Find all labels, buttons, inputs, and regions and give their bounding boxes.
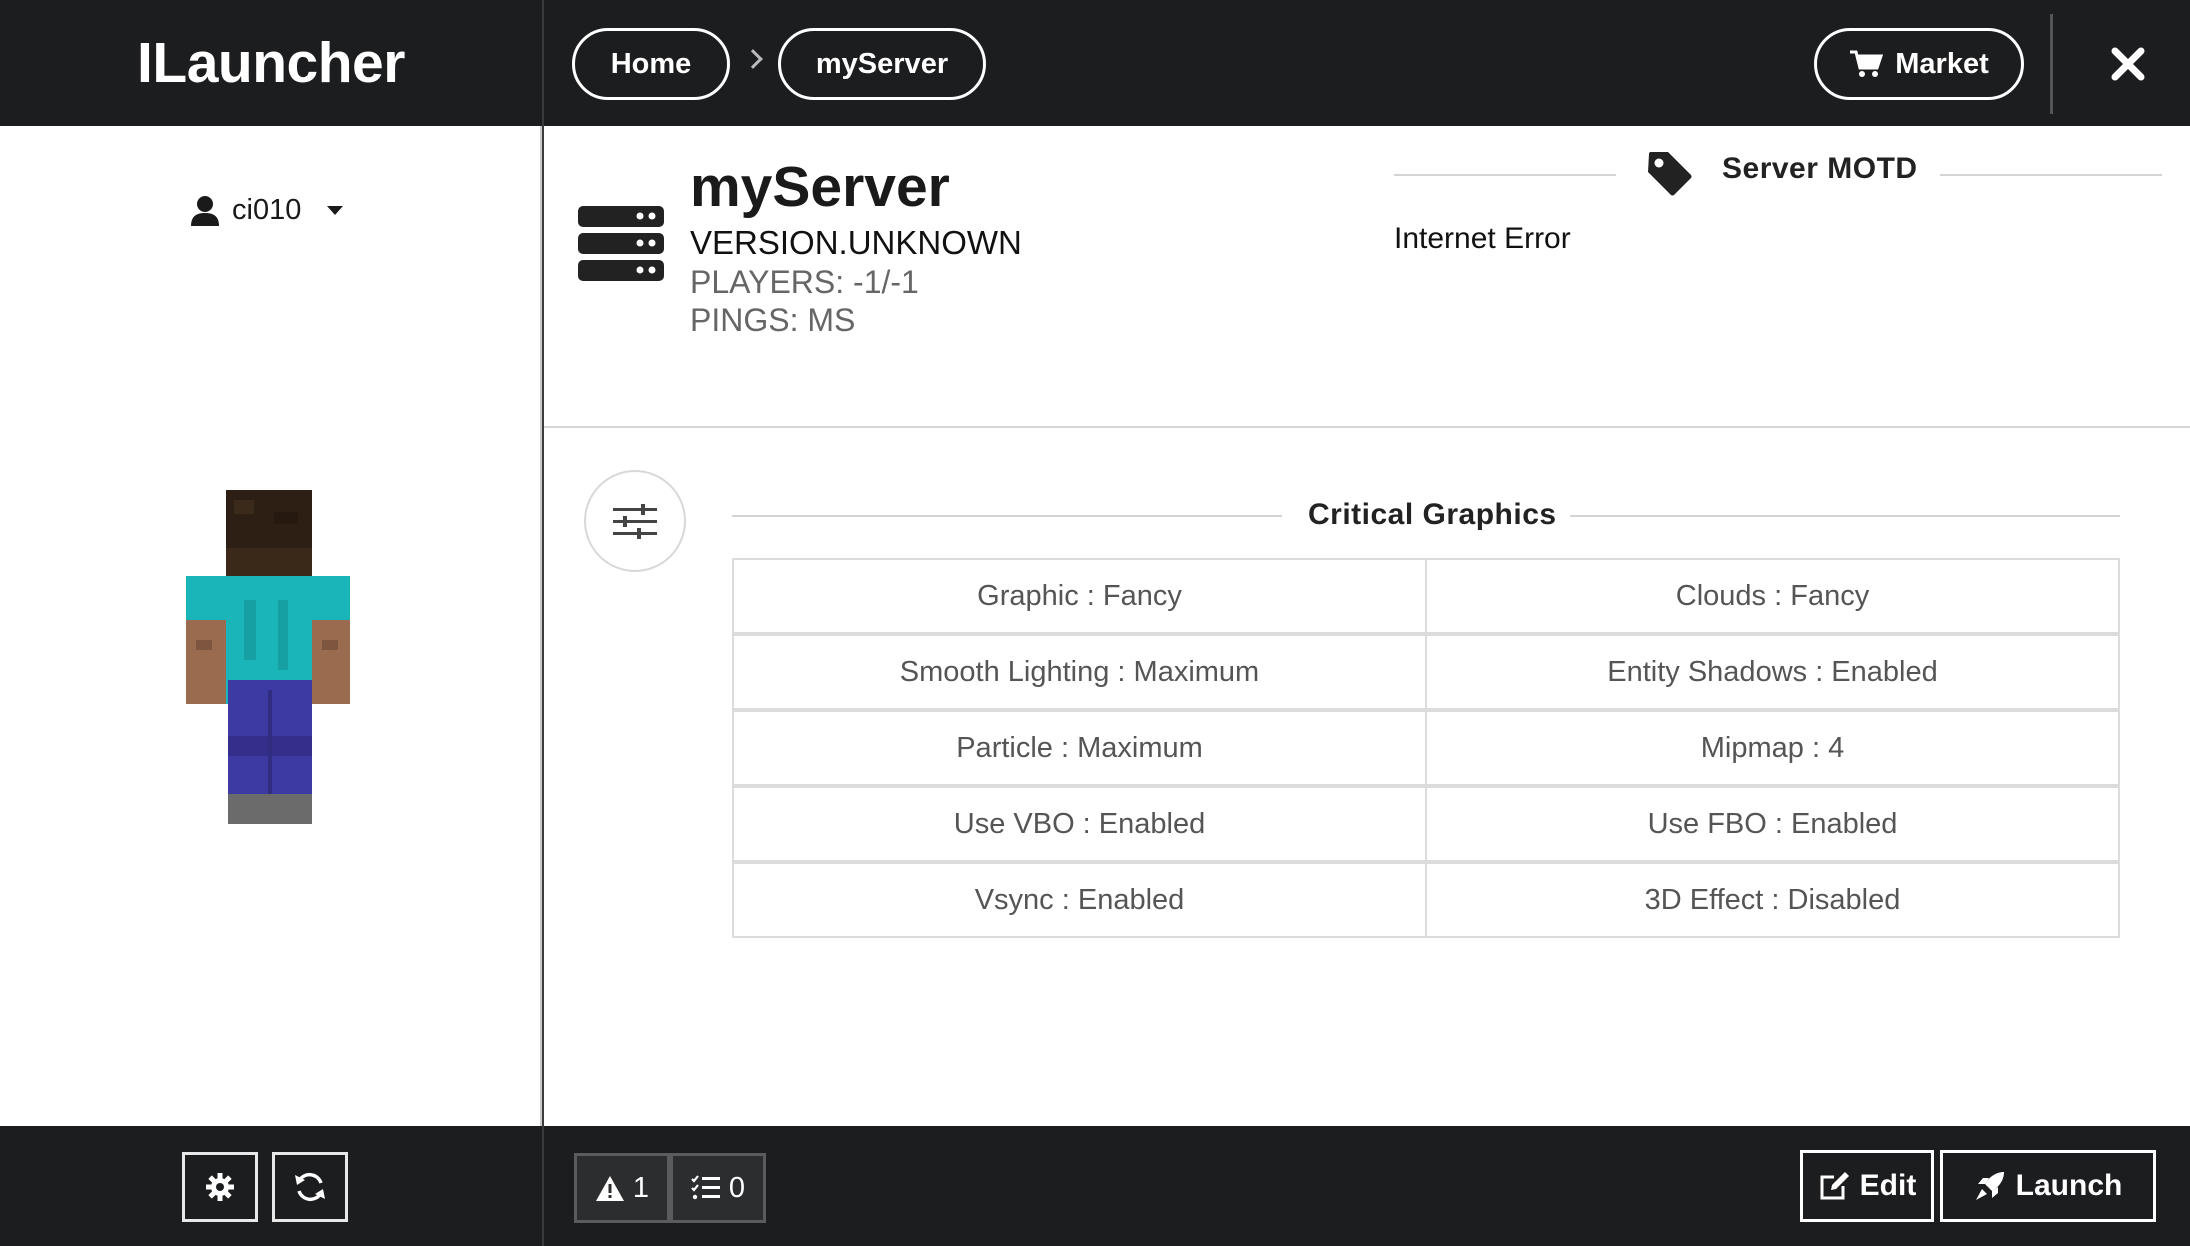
graphics-divider-right bbox=[1570, 515, 2120, 517]
warning-icon bbox=[595, 1176, 624, 1201]
graphics-cell: Particle : Maximum bbox=[956, 731, 1203, 764]
graphics-row: Use VBO : Enabled Use FBO : Enabled bbox=[732, 786, 2120, 862]
refresh-icon bbox=[295, 1172, 325, 1202]
graphics-cell: Use VBO : Enabled bbox=[953, 807, 1206, 840]
edit-button[interactable]: Edit bbox=[1800, 1150, 1934, 1222]
cart-icon bbox=[1850, 50, 1884, 77]
graphics-row: Smooth Lighting : Maximum Entity Shadows… bbox=[732, 634, 2120, 710]
graphics-cell: Use FBO : Enabled bbox=[1425, 788, 2118, 860]
user-panel: ci010 bbox=[0, 126, 542, 1126]
warnings-button[interactable]: 1 bbox=[574, 1153, 670, 1223]
player-skin-avatar bbox=[186, 490, 350, 824]
server-name: myServer bbox=[690, 155, 950, 219]
settings-button[interactable] bbox=[182, 1152, 258, 1222]
chevron-down-icon bbox=[327, 206, 344, 215]
graphics-cell: Graphic : Fancy bbox=[977, 579, 1182, 612]
launch-button[interactable]: Launch bbox=[1940, 1150, 2156, 1222]
graphics-cell: Vsync : Enabled bbox=[974, 883, 1185, 916]
market-label: Market bbox=[1895, 47, 1989, 80]
server-icon bbox=[578, 206, 664, 281]
server-header: myServer VERSION.UNKNOWN PLAYERS: -1/-1 … bbox=[544, 126, 2190, 428]
topbar-divider bbox=[2050, 14, 2053, 114]
graphics-row: Graphic : Fancy Clouds : Fancy bbox=[732, 558, 2120, 634]
breadcrumb-current[interactable]: myServer bbox=[778, 28, 986, 100]
graphics-cell: Mipmap : 4 bbox=[1425, 712, 2118, 784]
gear-icon bbox=[206, 1173, 234, 1201]
bottom-bar: 1 0 Edit Launch bbox=[544, 1126, 2190, 1246]
motd-title: Server MOTD bbox=[1722, 152, 1918, 185]
server-version: VERSION.UNKNOWN bbox=[690, 224, 1022, 261]
rocket-icon bbox=[1975, 1172, 2004, 1200]
warnings-count: 1 bbox=[632, 1171, 650, 1204]
user-icon bbox=[191, 195, 219, 226]
tasks-button[interactable]: 0 bbox=[670, 1153, 766, 1223]
left-footer bbox=[0, 1126, 542, 1246]
tasks-icon bbox=[691, 1175, 720, 1200]
graphics-row: Particle : Maximum Mipmap : 4 bbox=[732, 710, 2120, 786]
sliders-icon bbox=[613, 504, 657, 539]
graphics-settings-button[interactable] bbox=[584, 470, 686, 572]
launch-label: Launch bbox=[2015, 1169, 2123, 1202]
tag-icon bbox=[1648, 152, 1692, 196]
brand-header: ILauncher bbox=[0, 0, 542, 126]
motd-divider-left bbox=[1394, 174, 1616, 176]
refresh-button[interactable] bbox=[272, 1152, 348, 1222]
edit-icon bbox=[1820, 1172, 1849, 1200]
motd-divider-right bbox=[1940, 174, 2162, 176]
user-selector[interactable]: ci010 bbox=[190, 194, 344, 227]
graphics-divider-left bbox=[732, 515, 1282, 517]
motd-text: Internet Error bbox=[1394, 222, 1571, 255]
graphics-row: Vsync : Enabled 3D Effect : Disabled bbox=[732, 862, 2120, 938]
breadcrumb-home[interactable]: Home bbox=[572, 28, 730, 100]
app-brand: ILauncher bbox=[137, 31, 405, 95]
top-bar: Home myServer Market bbox=[544, 0, 2190, 126]
chevron-right-icon bbox=[743, 49, 763, 69]
graphics-title: Critical Graphics bbox=[1308, 498, 1557, 531]
graphics-cell: Clouds : Fancy bbox=[1425, 560, 2118, 632]
graphics-cell: 3D Effect : Disabled bbox=[1425, 864, 2118, 936]
graphics-cell: Entity Shadows : Enabled bbox=[1425, 636, 2118, 708]
graphics-section: Critical Graphics Graphic : Fancy Clouds… bbox=[544, 430, 2190, 1126]
market-button[interactable]: Market bbox=[1814, 28, 2024, 100]
server-ping: PINGS: MS bbox=[690, 302, 856, 338]
username: ci010 bbox=[232, 194, 302, 226]
graphics-grid: Graphic : Fancy Clouds : Fancy Smooth Li… bbox=[732, 558, 2120, 938]
server-players: PLAYERS: -1/-1 bbox=[690, 264, 919, 300]
close-icon bbox=[2111, 47, 2145, 81]
graphics-cell: Smooth Lighting : Maximum bbox=[899, 655, 1260, 688]
tasks-count: 0 bbox=[728, 1171, 746, 1204]
edit-label: Edit bbox=[1859, 1169, 1917, 1202]
close-button[interactable] bbox=[2098, 34, 2158, 94]
